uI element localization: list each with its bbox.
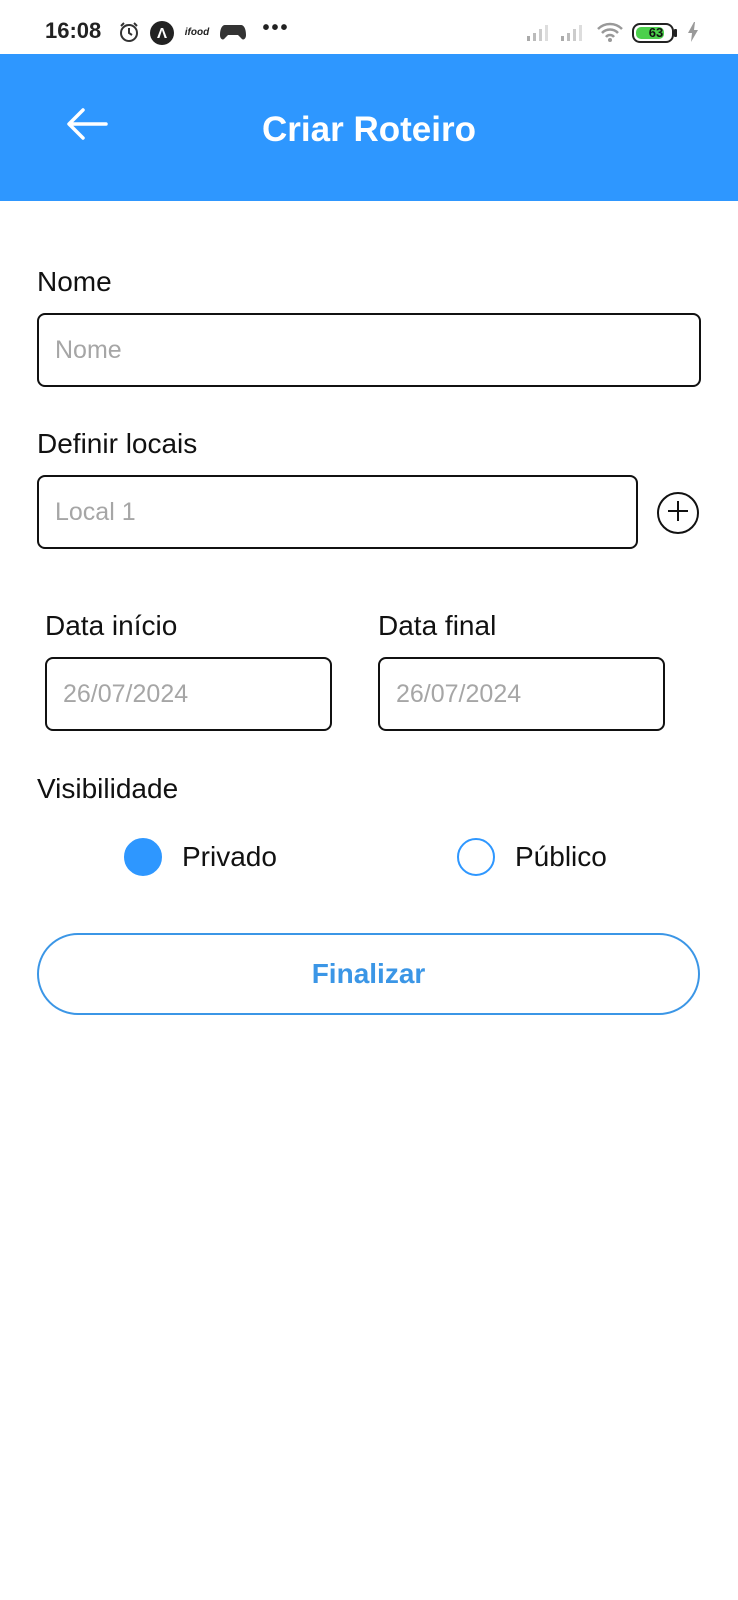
radio-selected-icon	[124, 838, 162, 876]
charging-icon	[686, 20, 700, 44]
radio-private[interactable]: Privado	[124, 838, 277, 876]
places-label: Definir locais	[37, 428, 198, 459]
ifood-icon: ifood	[184, 26, 210, 38]
signal-icon	[526, 20, 552, 44]
plus-icon	[665, 498, 691, 529]
more-icon: •••	[262, 16, 290, 39]
battery-level: 63	[648, 25, 664, 40]
end-date-label: Data final	[378, 610, 497, 641]
name-label: Nome	[37, 266, 112, 297]
radio-private-label: Privado	[182, 841, 277, 872]
radio-public[interactable]: Público	[457, 838, 607, 876]
start-date-field[interactable]	[45, 657, 332, 731]
visibility-label: Visibilidade	[37, 773, 179, 804]
start-date-label: Data início	[45, 610, 178, 641]
name-field[interactable]	[37, 313, 701, 387]
wifi-icon	[596, 20, 624, 44]
app-a-icon: Λ	[150, 21, 174, 45]
app-bar: Criar Roteiro	[0, 54, 738, 201]
radio-public-label: Público	[515, 841, 607, 872]
page-title: Criar Roteiro	[262, 110, 476, 149]
status-bar: 16:08 Λ ifood ••• 63	[0, 0, 738, 54]
signal-icon	[560, 20, 586, 44]
add-place-button[interactable]	[657, 492, 699, 534]
place-1-field[interactable]	[37, 475, 638, 549]
end-date-field[interactable]	[378, 657, 665, 731]
finalize-button[interactable]: Finalizar	[37, 933, 700, 1015]
radio-unselected-icon	[457, 838, 495, 876]
status-time: 16:08	[45, 18, 102, 43]
alarm-icon	[118, 20, 140, 44]
gamepad-icon	[220, 20, 246, 44]
